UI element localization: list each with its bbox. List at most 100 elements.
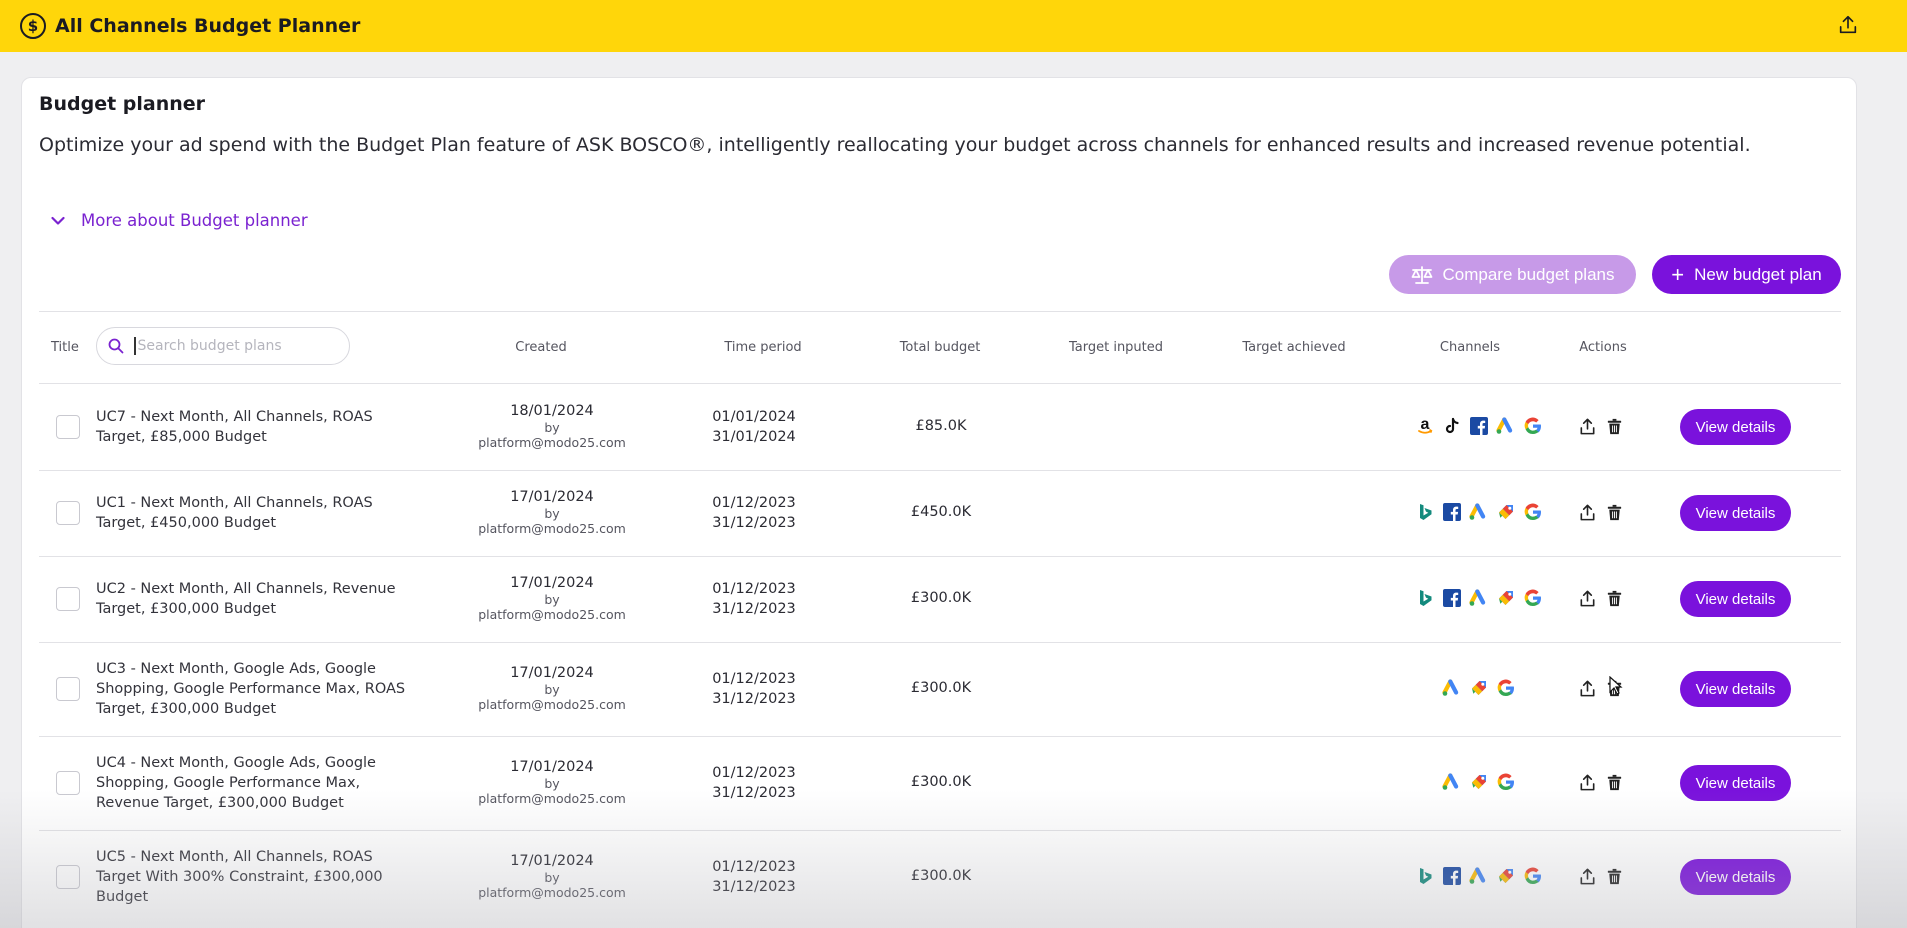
google-shopping-icon: [1469, 677, 1490, 698]
page-title: Budget planner: [39, 93, 206, 115]
google-ads-icon: [1469, 501, 1490, 522]
view-details-button[interactable]: View details: [1680, 765, 1791, 801]
column-header-created: Created: [515, 340, 567, 355]
column-header-target-inputed: Target inputed: [1068, 340, 1164, 355]
period-start: 01/12/2023: [712, 859, 796, 875]
view-details-button[interactable]: View details: [1680, 859, 1791, 895]
column-header-time-period: Time period: [724, 340, 802, 355]
row-total-budget: £300.0K: [910, 774, 972, 790]
row-total-budget: £300.0K: [910, 868, 972, 884]
google-icon: [1523, 415, 1544, 436]
facebook-icon: [1442, 587, 1463, 608]
row-title: UC5 - Next Month, All Channels, ROAS Tar…: [96, 849, 383, 905]
row-created: 18/01/2024 by platform@modo25.com: [452, 402, 652, 450]
google-shopping-icon: [1469, 771, 1490, 792]
dollar-circle-icon: $: [20, 13, 46, 39]
share-icon[interactable]: [1578, 417, 1597, 436]
new-budget-plan-button[interactable]: + New budget plan: [1652, 255, 1841, 294]
more-about-toggle[interactable]: More about Budget planner: [51, 211, 308, 230]
row-time-period: 01/01/2024 31/01/2024: [674, 407, 834, 447]
view-details-button[interactable]: View details: [1680, 495, 1791, 531]
chevron-down-icon: [51, 216, 65, 225]
row-checkbox[interactable]: [56, 501, 80, 525]
row-title: UC7 - Next Month, All Channels, ROAS Tar…: [96, 409, 373, 445]
period-end: 31/01/2024: [712, 429, 796, 445]
row-actions: [1578, 503, 1624, 522]
compare-budget-plans-button[interactable]: Compare budget plans: [1389, 255, 1636, 294]
facebook-icon: [1442, 501, 1463, 522]
share-icon[interactable]: [1578, 503, 1597, 522]
created-date: 17/01/2024: [510, 665, 594, 681]
column-header-target-achieved: Target achieved: [1242, 340, 1346, 355]
row-checkbox[interactable]: [56, 865, 80, 889]
google-shopping-icon: [1496, 865, 1517, 886]
table-row: UC3 - Next Month, Google Ads, Google Sho…: [39, 642, 1841, 736]
period-end: 31/12/2023: [712, 515, 796, 531]
created-by-email: platform@modo25.com: [478, 607, 626, 622]
view-details-button[interactable]: View details: [1680, 409, 1791, 445]
row-title: UC3 - Next Month, Google Ads, Google Sho…: [96, 661, 406, 717]
row-time-period: 01/12/2023 31/12/2023: [674, 579, 834, 619]
row-actions: [1578, 773, 1624, 792]
row-channels: [1359, 677, 1599, 698]
google-ads-icon: [1469, 587, 1490, 608]
row-title: UC4 - Next Month, Google Ads, Google Sho…: [96, 755, 376, 811]
new-label: New budget plan: [1694, 264, 1822, 284]
trash-icon[interactable]: [1605, 417, 1624, 436]
google-ads-icon: [1496, 415, 1517, 436]
row-created: 17/01/2024 by platform@modo25.com: [452, 488, 652, 536]
share-icon[interactable]: [1578, 773, 1597, 792]
trash-icon[interactable]: [1605, 589, 1624, 608]
row-time-period: 01/12/2023 31/12/2023: [674, 669, 834, 709]
share-icon[interactable]: [1578, 867, 1597, 886]
budget-planner-card: Budget planner Optimize your ad spend wi…: [21, 77, 1857, 928]
bing-icon: [1415, 865, 1436, 886]
google-icon: [1496, 677, 1517, 698]
row-total-budget: £300.0K: [910, 590, 972, 606]
row-title: UC2 - Next Month, All Channels, Revenue …: [96, 581, 396, 617]
row-time-period: 01/12/2023 31/12/2023: [674, 763, 834, 803]
row-total-budget: £450.0K: [910, 504, 972, 520]
created-by-email: platform@modo25.com: [478, 435, 626, 450]
row-checkbox[interactable]: [56, 415, 80, 439]
search-box[interactable]: [96, 327, 350, 365]
google-ads-icon: [1469, 865, 1490, 886]
created-date: 18/01/2024: [510, 403, 594, 419]
share-icon[interactable]: [1578, 589, 1597, 608]
row-created: 17/01/2024 by platform@modo25.com: [452, 574, 652, 622]
period-end: 31/12/2023: [712, 691, 796, 707]
trash-icon[interactable]: [1605, 503, 1624, 522]
plus-icon: +: [1671, 261, 1685, 287]
created-by-email: platform@modo25.com: [478, 697, 626, 712]
created-date: 17/01/2024: [510, 489, 594, 505]
created-date: 17/01/2024: [510, 759, 594, 775]
svg-text:a: a: [1421, 416, 1430, 433]
row-created: 17/01/2024 by platform@modo25.com: [452, 852, 652, 900]
created-date: 17/01/2024: [510, 575, 594, 591]
period-end: 31/12/2023: [712, 879, 796, 895]
text-caret: [134, 337, 136, 355]
share-icon[interactable]: [1578, 679, 1597, 698]
period-start: 01/12/2023: [712, 581, 796, 597]
trash-icon[interactable]: [1605, 867, 1624, 886]
row-checkbox[interactable]: [56, 771, 80, 795]
table-row: UC2 - Next Month, All Channels, Revenue …: [39, 556, 1841, 642]
bing-icon: [1415, 501, 1436, 522]
more-about-label: More about Budget planner: [81, 211, 308, 230]
table-row: UC4 - Next Month, Google Ads, Google Sho…: [39, 736, 1841, 830]
row-channels: a: [1359, 415, 1599, 436]
column-header-channels: Channels: [1439, 340, 1501, 355]
divider: [39, 311, 1841, 312]
trash-icon[interactable]: [1605, 773, 1624, 792]
created-by-email: platform@modo25.com: [478, 885, 626, 900]
tiktok-icon: [1442, 415, 1463, 436]
view-details-button[interactable]: View details: [1680, 581, 1791, 617]
row-actions: [1578, 589, 1624, 608]
search-input[interactable]: [137, 338, 338, 354]
view-details-button[interactable]: View details: [1680, 671, 1791, 707]
row-checkbox[interactable]: [56, 677, 80, 701]
row-channels: [1359, 771, 1599, 792]
search-icon: [108, 338, 124, 354]
row-checkbox[interactable]: [56, 587, 80, 611]
share-icon[interactable]: [1837, 14, 1859, 36]
